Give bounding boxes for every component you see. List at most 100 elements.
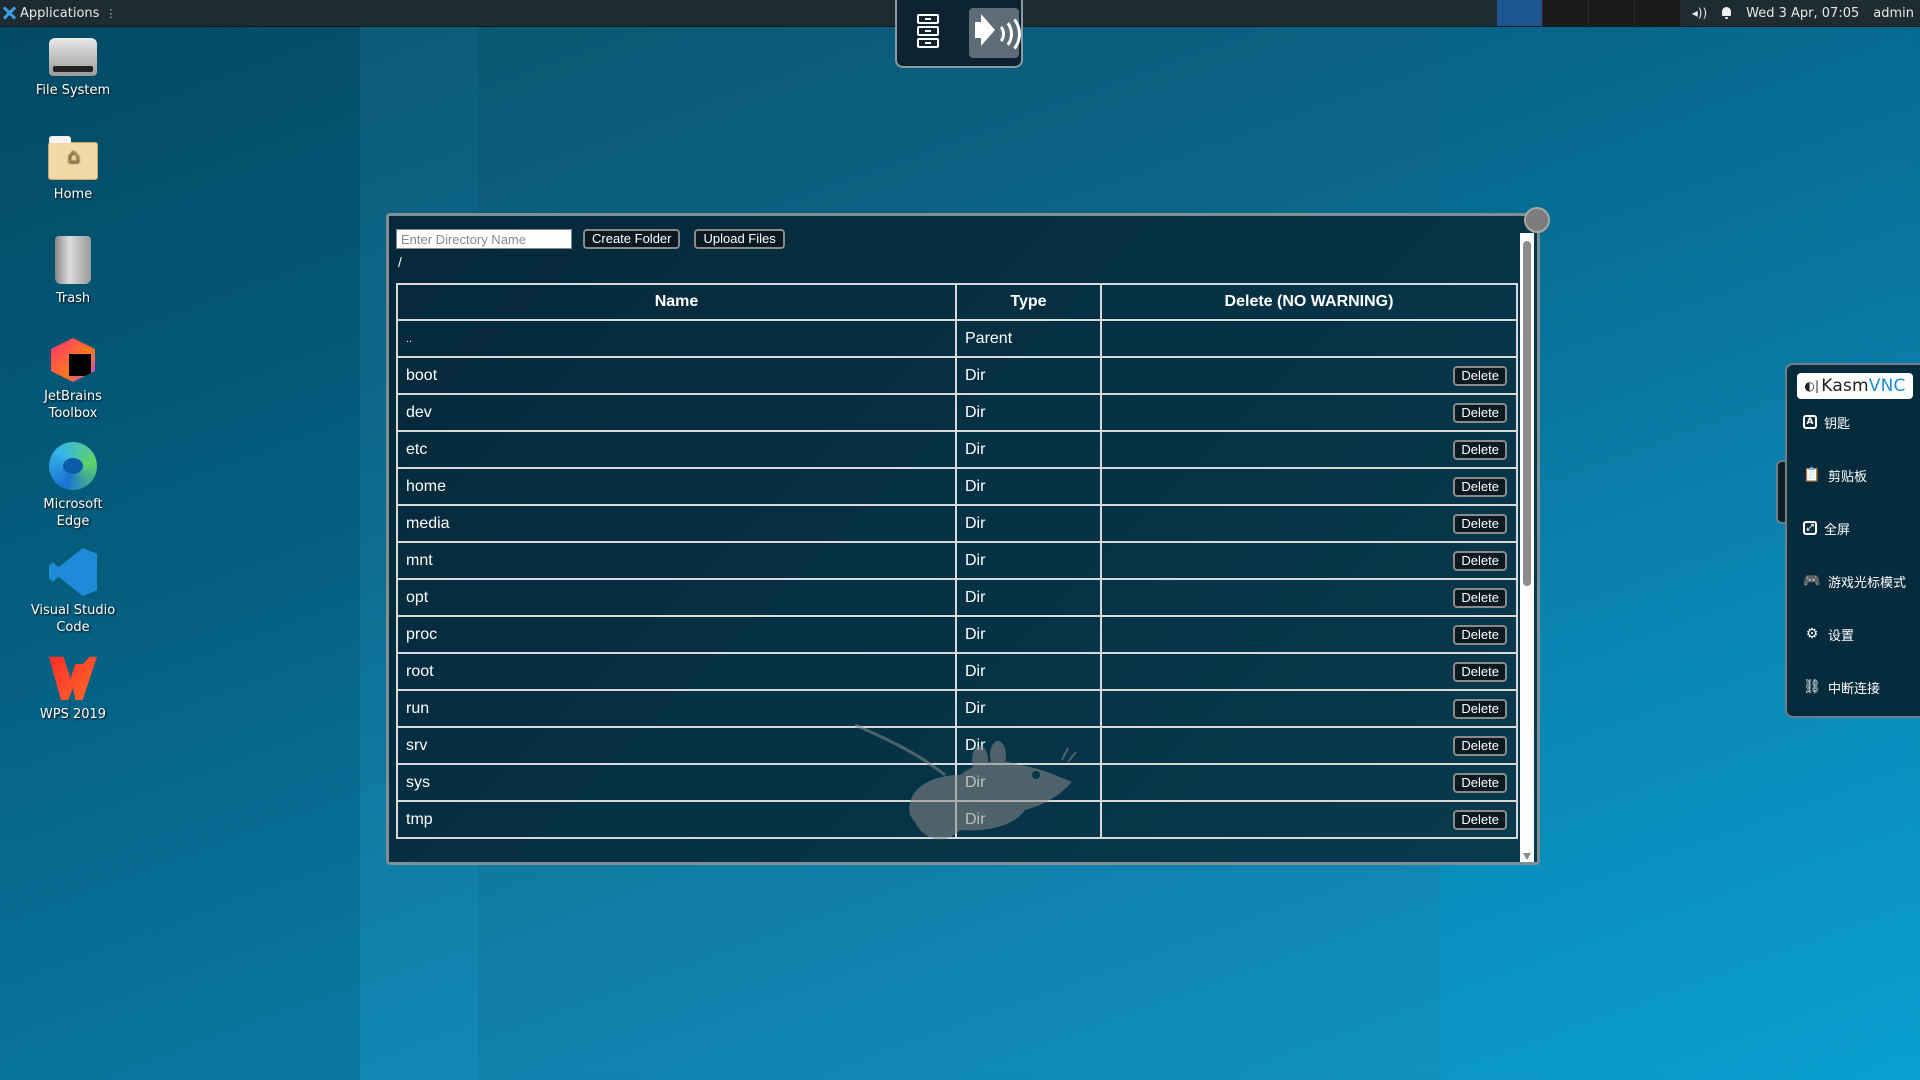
delete-cell: Delete [1100,726,1518,765]
desktop-icon-trash[interactable]: Trash [14,236,132,307]
delete-button[interactable]: Delete [1453,624,1507,645]
kasm-control-panel: ◐| Kasm VNC A 钥匙 📋 剪贴板 ⤢ 全屏 🎮 游戏光标模式 ⚙ 设置… [1785,363,1920,718]
kasm-item-label: 中断连接 [1828,681,1881,697]
audio-toggle-button[interactable] [969,8,1021,58]
workspace-switcher [1497,0,1681,26]
desktop-icon-wps[interactable]: WPS 2019 [14,652,132,723]
file-manager-button[interactable] [911,14,947,54]
delete-cell: Delete [1100,578,1518,617]
file-name-link[interactable]: boot [396,356,957,395]
edge-icon [49,442,97,490]
table-row: boot Dir Delete [396,356,1518,395]
vertical-scrollbar[interactable] [1520,233,1534,862]
file-name-link[interactable]: srv [396,726,957,765]
delete-button[interactable]: Delete [1453,476,1507,497]
file-type: Dir [955,467,1102,506]
delete-button[interactable]: Delete [1453,365,1507,386]
desktop-icon-home[interactable]: Home [14,132,132,203]
file-name-link[interactable]: opt [396,578,957,617]
column-header-name: Name [396,283,957,321]
kasm-item-keys[interactable]: A 钥匙 [1803,410,1850,434]
wps-icon [49,656,97,700]
workspace-3[interactable] [1589,0,1635,26]
kasm-item-fullscreen[interactable]: ⤢ 全屏 [1803,516,1850,540]
file-name-link[interactable]: sys [396,763,957,802]
workspace-1[interactable] [1497,0,1543,26]
menu-handle-icon: ⋮ [105,6,117,20]
kasm-item-clipboard[interactable]: 📋 剪贴板 [1803,463,1867,487]
kasm-item-settings[interactable]: ⚙ 设置 [1803,622,1854,646]
desktop-icon-vscode[interactable]: Visual Studio Code [14,548,132,636]
file-name-link[interactable]: tmp [396,800,957,839]
delete-button[interactable]: Delete [1453,661,1507,682]
notification-bell-icon[interactable] [1721,7,1732,19]
desktop-icon-label: JetBrains Toolbox [44,389,102,421]
column-header-delete: Delete (NO WARNING) [1100,283,1518,321]
delete-button[interactable]: Delete [1453,402,1507,423]
vscode-icon [49,548,97,596]
table-row: opt Dir Delete [396,578,1518,617]
upload-files-button[interactable]: Upload Files [694,229,785,249]
workspace-4[interactable] [1635,0,1681,26]
desktop-icon-label: File System [35,83,111,98]
file-name-link[interactable]: media [396,504,957,543]
create-folder-button[interactable]: Create Folder [583,229,681,249]
scrollbar-thumb[interactable] [1523,241,1531,586]
file-name-link[interactable]: etc [396,430,957,469]
file-name-link[interactable]: .. [396,319,957,358]
delete-button[interactable]: Delete [1453,550,1507,571]
volume-icon[interactable]: ◂)) [1692,6,1707,20]
table-row: sys Dir Delete [396,763,1518,802]
user-menu[interactable]: admin [1873,6,1914,21]
file-type: Dir [955,763,1102,802]
file-name-link[interactable]: proc [396,615,957,654]
file-name-link[interactable]: home [396,467,957,506]
directory-name-input[interactable] [396,229,572,249]
table-row: dev Dir Delete [396,393,1518,432]
file-type: Dir [955,800,1102,839]
workspace-2[interactable] [1543,0,1589,26]
file-name-link[interactable]: run [396,689,957,728]
file-type: Dir [955,615,1102,654]
desktop-icon-label: Microsoft Edge [43,497,103,529]
kasm-item-label: 钥匙 [1824,416,1851,432]
kasm-item-disconnect[interactable]: ⛓ 中断连接 [1803,675,1880,699]
scroll-down-arrow-icon[interactable] [1523,853,1531,860]
table-row: .. Parent [396,319,1518,358]
file-table-container: Name Type Delete (NO WARNING) .. Parent bo… [396,283,1518,839]
kasm-item-label: 游戏光标模式 [1828,575,1907,591]
file-type: Dir [955,652,1102,691]
applications-menu[interactable]: Applications ⋮ [2,0,116,26]
dialog-close-button[interactable] [1524,207,1550,233]
delete-cell: Delete [1100,541,1518,580]
table-row: run Dir Delete [396,689,1518,728]
desktop-icon-microsoft-edge[interactable]: Microsoft Edge [14,442,132,530]
file-manager-toolbar: Create Folder Upload Files [396,229,785,249]
file-type: Dir [955,541,1102,580]
desktop-icon-file-system[interactable]: File System [14,32,132,99]
delete-button[interactable]: Delete [1453,587,1507,608]
delete-button[interactable]: Delete [1453,698,1507,719]
table-row: media Dir Delete [396,504,1518,543]
clock[interactable]: Wed 3 Apr, 07:05 [1746,6,1859,21]
logo-text-kasm: Kasm [1821,376,1869,396]
file-name-link[interactable]: dev [396,393,957,432]
delete-button[interactable]: Delete [1453,809,1507,830]
file-type: Dir [955,726,1102,765]
current-path: / [398,254,402,270]
delete-button[interactable]: Delete [1453,513,1507,534]
file-name-link[interactable]: mnt [396,541,957,580]
delete-cell: Delete [1100,393,1518,432]
delete-button[interactable]: Delete [1453,735,1507,756]
home-folder-icon [48,136,98,180]
table-row: mnt Dir Delete [396,541,1518,580]
applications-label: Applications [20,5,100,21]
jetbrains-toolbox-icon [51,338,95,382]
file-type: Dir [955,393,1102,432]
kasm-item-game-cursor-mode[interactable]: 🎮 游戏光标模式 [1803,569,1906,593]
desktop-icon-jetbrains-toolbox[interactable]: JetBrains Toolbox [14,338,132,422]
delete-button[interactable]: Delete [1453,439,1507,460]
file-name-link[interactable]: root [396,652,957,691]
disconnect-icon: ⛓ [1803,679,1821,695]
delete-button[interactable]: Delete [1453,772,1507,793]
